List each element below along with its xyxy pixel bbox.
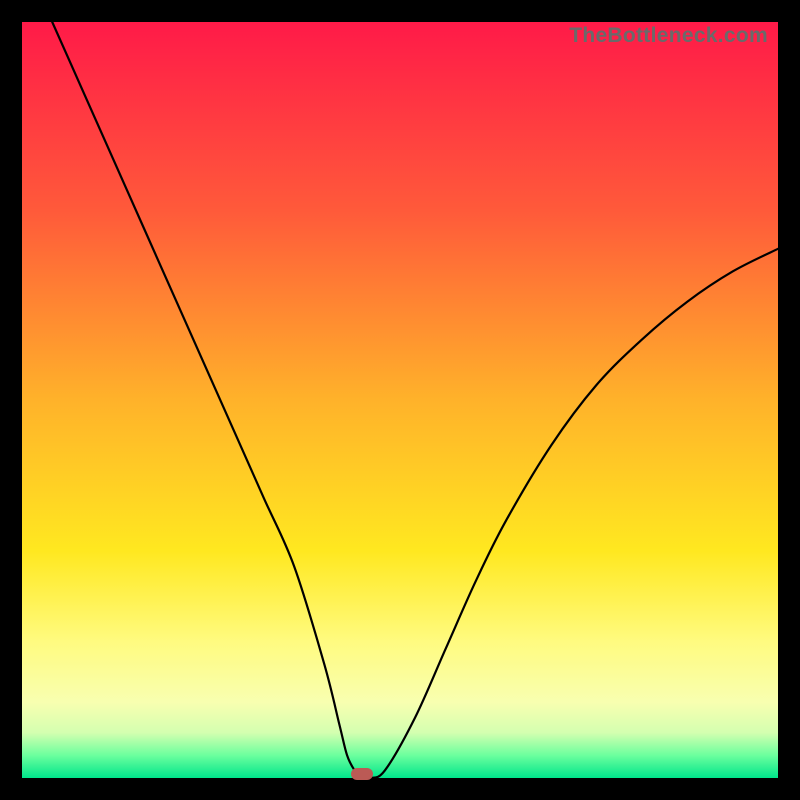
chart-plot-area: TheBottleneck.com xyxy=(22,22,778,778)
optimal-marker xyxy=(351,768,373,780)
chart-frame: TheBottleneck.com xyxy=(0,0,800,800)
bottleneck-curve xyxy=(22,22,778,778)
